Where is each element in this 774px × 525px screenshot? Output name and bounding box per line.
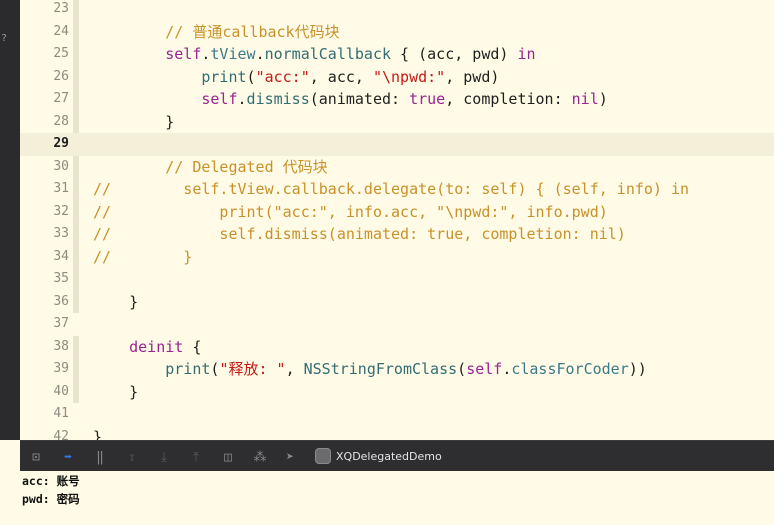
code-fold-ribbon[interactable] xyxy=(73,290,79,313)
code-text: // self.dismiss(animated: true, completi… xyxy=(93,225,626,243)
code-fold-ribbon[interactable] xyxy=(73,43,79,66)
line-number: 39 xyxy=(53,361,69,376)
code-line[interactable]: 35 xyxy=(20,268,774,291)
breakpoints-toggle-icon[interactable]: ➡ xyxy=(60,449,76,465)
code-fold-ribbon[interactable] xyxy=(73,268,79,291)
code-line[interactable]: 39 print("释放: ", NSStringFromClass(self.… xyxy=(20,358,774,381)
code-fold-ribbon[interactable] xyxy=(73,110,79,133)
code-line[interactable]: 37 xyxy=(20,313,774,336)
code-line[interactable]: 31 // self.tView.callback.delegate(to: se… xyxy=(20,178,774,201)
line-number: 37 xyxy=(53,316,69,331)
line-number: 38 xyxy=(53,338,69,354)
code-fold-ribbon[interactable] xyxy=(73,178,79,201)
code-fold-ribbon[interactable] xyxy=(73,358,79,381)
code-line[interactable]: 23 xyxy=(20,0,774,21)
code-text: } xyxy=(93,292,139,311)
code-line[interactable]: 40 } xyxy=(20,380,774,403)
step-out-icon[interactable]: ⤒ xyxy=(188,449,204,465)
line-number: 29 xyxy=(53,136,69,151)
code-line[interactable]: 28 } xyxy=(20,110,774,133)
code-text: // print("acc:", info.acc, "\npwd:", inf… xyxy=(93,202,608,221)
code-text: print("acc:", acc, "\npwd:", pwd) xyxy=(201,67,500,86)
code-line[interactable]: 41 xyxy=(20,403,774,426)
code-line[interactable]: 34 // } xyxy=(20,245,774,268)
code-text: } xyxy=(93,112,175,131)
line-number: 40 xyxy=(53,383,69,399)
debug-toolbar: XQDelegatedDemo ⊡ ➡ ‖ ⇧ ⤓ ⤒ ◫ ⁂ ➤ xyxy=(20,440,774,471)
app-target-name[interactable]: XQDelegatedDemo xyxy=(336,450,442,463)
code-fold-ribbon[interactable] xyxy=(73,335,79,358)
code-text: self.tView.normalCallback { (acc, pwd) i… xyxy=(165,45,536,63)
line-number: 24 xyxy=(53,23,69,39)
code-line[interactable]: 32 // print("acc:", info.acc, "\npwd:", i… xyxy=(20,200,774,223)
step-over-icon[interactable]: ⇧ xyxy=(124,449,140,465)
code-line[interactable]: 26 print("acc:", acc, "\npwd:", pwd) xyxy=(20,65,774,88)
code-fold-ribbon[interactable] xyxy=(73,200,79,223)
code-text: // Delegated 代码块 xyxy=(165,157,328,176)
code-line[interactable]: 24 // 普通callback代码块 xyxy=(20,20,774,43)
console-line: acc: 账号 xyxy=(22,474,80,488)
code-fold-ribbon[interactable] xyxy=(73,380,79,403)
code-text: print("释放: ", NSStringFromClass(self.cla… xyxy=(165,360,647,378)
code-text: deinit { xyxy=(129,337,202,356)
code-line[interactable]: 33 // self.dismiss(animated: true, comple… xyxy=(20,223,774,246)
view-hierarchy-icon[interactable]: ◫ xyxy=(220,449,236,465)
line-number: 27 xyxy=(53,91,69,106)
line-number: 25 xyxy=(53,46,69,61)
code-line[interactable]: 29 xyxy=(20,133,774,156)
code-fold-ribbon[interactable] xyxy=(73,223,79,246)
code-fold-ribbon[interactable] xyxy=(73,245,79,268)
line-number: 32 xyxy=(53,203,69,219)
console-gutter xyxy=(0,471,20,525)
step-into-icon[interactable]: ⤓ xyxy=(156,449,172,465)
hide-debug-area-icon[interactable]: ⊡ xyxy=(28,449,44,465)
code-text: self.dismiss(animated: true, completion:… xyxy=(201,90,608,108)
pause-icon[interactable]: ‖ xyxy=(92,449,108,465)
code-fold-ribbon[interactable] xyxy=(73,155,79,178)
line-number: 41 xyxy=(53,406,69,421)
code-line[interactable]: 25 self.tView.normalCallback { (acc, pwd… xyxy=(20,43,774,66)
memory-graph-icon[interactable]: ⁂ xyxy=(252,449,268,465)
code-line[interactable]: 27 self.dismiss(animated: true, completi… xyxy=(20,88,774,111)
line-number: 26 xyxy=(53,68,69,84)
app-icon xyxy=(315,448,331,464)
code-fold-ribbon[interactable] xyxy=(73,0,79,21)
line-number: 23 xyxy=(53,1,69,16)
code-fold-ribbon[interactable] xyxy=(73,65,79,88)
code-fold-ribbon[interactable] xyxy=(73,20,79,43)
code-text: // } xyxy=(93,247,193,266)
line-number: 28 xyxy=(53,113,69,129)
code-fold-ribbon[interactable] xyxy=(73,88,79,111)
line-number: 42 xyxy=(53,428,69,441)
simulate-location-icon[interactable]: ➤ xyxy=(282,449,298,465)
code-editor[interactable]: 23 24 // 普通callback代码块 25 self.tView.norma… xyxy=(20,0,774,440)
code-text: } xyxy=(93,427,103,441)
line-number: 30 xyxy=(53,158,69,174)
code-line[interactable]: 36 } xyxy=(20,290,774,313)
code-line[interactable]: 38 deinit { xyxy=(20,335,774,358)
line-number: 33 xyxy=(53,226,69,241)
left-panel-strip: ? xyxy=(0,0,20,440)
code-line[interactable]: 30 // Delegated 代码块 xyxy=(20,155,774,178)
line-number: 31 xyxy=(53,181,69,196)
code-text: // 普通callback代码块 xyxy=(165,22,340,41)
left-strip-glyph: ? xyxy=(1,33,8,44)
console-line: pwd: 密码 xyxy=(22,492,80,506)
line-number: 36 xyxy=(53,293,69,309)
code-text: // self.tView.callback.delegate(to: self… xyxy=(93,180,690,198)
code-text: } xyxy=(93,382,139,401)
line-number: 35 xyxy=(53,271,69,286)
debug-console[interactable]: acc: 账号 pwd: 密码 xyxy=(20,471,774,525)
line-number: 34 xyxy=(53,248,69,264)
code-line[interactable]: 42} xyxy=(20,426,774,441)
